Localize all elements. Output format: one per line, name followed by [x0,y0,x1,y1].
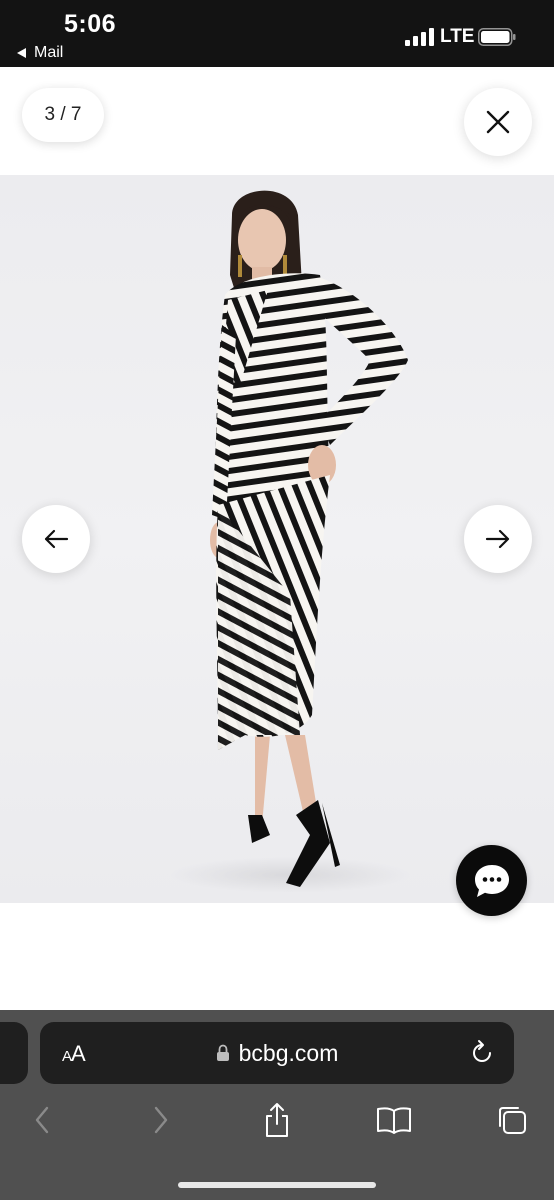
status-time: 5:06 [64,10,117,38]
product-image [0,175,554,903]
image-counter: 3 / 7 [22,88,104,142]
next-image-button[interactable] [464,505,532,573]
back-to-mail-label: Mail [34,44,64,61]
chevron-left-icon [35,1106,49,1134]
close-icon [486,110,510,134]
chat-button[interactable] [456,845,527,916]
forward-button[interactable] [141,1100,181,1140]
url-text: bcbg.com [238,1039,339,1066]
lock-icon [216,1044,229,1061]
bookmarks-button[interactable] [374,1100,414,1140]
url-display[interactable]: bcbg.com [40,1022,514,1084]
browser-toolbar: AA bcbg.com [0,1010,554,1200]
previous-image-button[interactable] [22,505,90,573]
battery-icon [478,28,516,46]
share-button[interactable] [257,1100,297,1140]
previous-tab-preview[interactable] [0,1022,28,1084]
signal-icon [405,28,434,46]
reload-icon[interactable] [468,1039,496,1067]
tabs-button[interactable] [492,1100,532,1140]
back-to-mail-link[interactable]: Mail [17,44,63,62]
browser-nav-icons [0,1100,554,1150]
home-indicator[interactable] [178,1182,376,1188]
status-bar: 5:06 Mail LTE [0,0,554,67]
chat-bubble-icon [474,864,509,897]
chevron-right-icon [154,1106,168,1134]
back-triangle-icon [17,48,26,58]
product-image-lightbox: 5:06 Mail LTE 3 / 7 AA bcbg.com [0,0,554,1200]
address-bar[interactable]: AA bcbg.com [40,1022,514,1084]
network-type: LTE [440,26,475,47]
lightbox-header: 3 / 7 [0,67,554,175]
back-button[interactable] [22,1100,62,1140]
share-icon [266,1103,288,1137]
arrow-right-icon [485,529,510,549]
book-icon [377,1107,411,1134]
tabs-icon [499,1107,526,1134]
close-button[interactable] [464,88,532,156]
arrow-left-icon [44,529,69,549]
